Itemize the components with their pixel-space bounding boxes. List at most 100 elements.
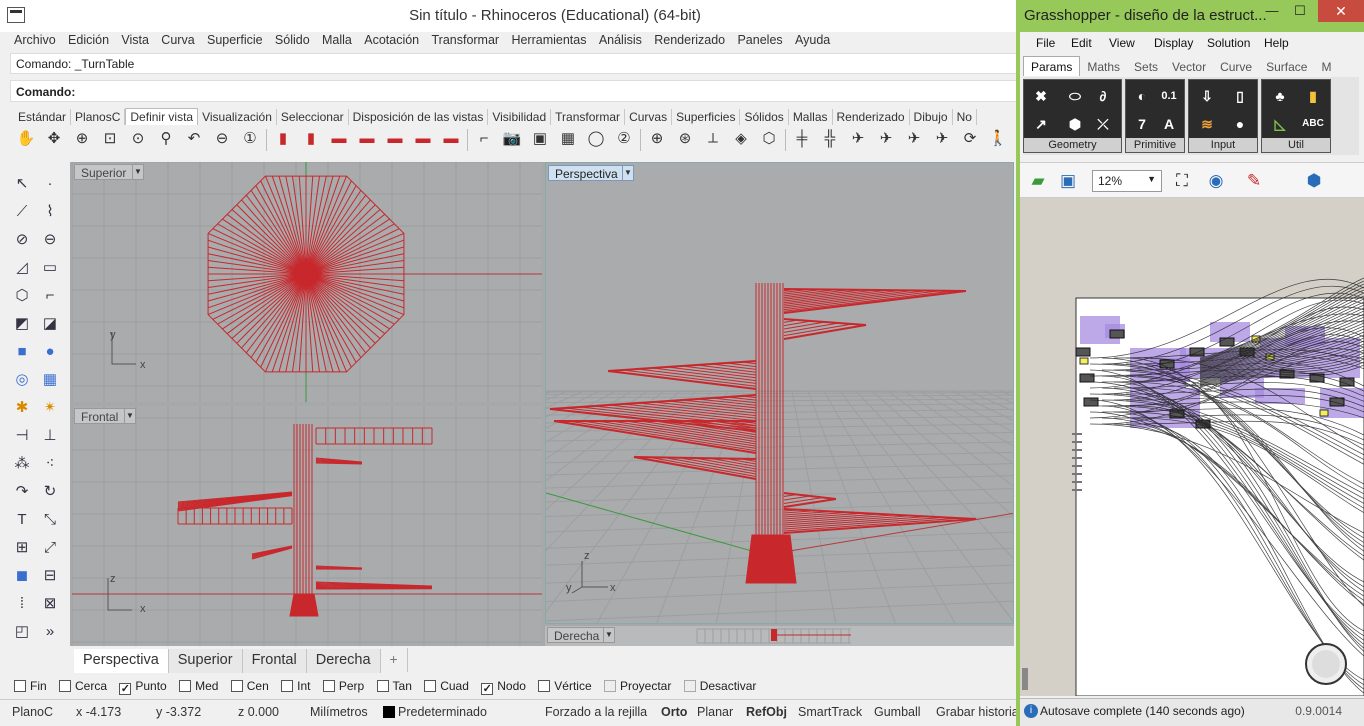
- dimension-icon[interactable]: ⤡: [38, 508, 62, 532]
- osnap-proyectar[interactable]: Proyectar: [603, 679, 671, 693]
- zoom-extents-icon[interactable]: ⊡: [98, 127, 122, 151]
- add-viewport-tab-icon[interactable]: +: [381, 648, 408, 672]
- chart-icon[interactable]: ◺: [1267, 112, 1293, 136]
- menu-analisis[interactable]: Análisis: [599, 32, 642, 47]
- rotate-view-icon[interactable]: ✥: [42, 127, 66, 151]
- tab-dibujo[interactable]: Dibujo: [910, 109, 953, 125]
- surface-icon[interactable]: ◩: [10, 312, 34, 336]
- gh-menu-help[interactable]: Help: [1264, 36, 1289, 50]
- shaded-icon[interactable]: ◈: [729, 127, 753, 151]
- vp-tab-perspectiva[interactable]: Perspectiva: [74, 649, 169, 673]
- osnap-toggle[interactable]: RefObj: [746, 705, 787, 719]
- osnap-nodo[interactable]: ✓ Nodo: [481, 679, 526, 695]
- save-icon[interactable]: ▣: [1056, 169, 1080, 193]
- ortho-toggle[interactable]: Orto: [661, 705, 687, 719]
- viewport-label-perspective[interactable]: Perspectiva: [548, 165, 625, 181]
- rotate-icon[interactable]: ⟳: [958, 127, 982, 151]
- gradient-icon[interactable]: ▮: [1300, 84, 1326, 108]
- boolean-icon[interactable]: ✱: [10, 396, 34, 420]
- viewport-perspective[interactable]: z x y Perspectiva ▼: [545, 162, 1014, 624]
- gh-canvas[interactable]: [1020, 198, 1364, 696]
- viewport-front[interactable]: z x Frontal ▼: [72, 406, 542, 646]
- zoom-window-icon[interactable]: ⊙: [126, 127, 150, 151]
- record-history-toggle[interactable]: Grabar historia: [936, 705, 1016, 719]
- tab-visibilidad[interactable]: Visibilidad: [488, 109, 552, 125]
- chevron-down-icon[interactable]: ▼: [124, 408, 136, 424]
- checkbox-checked[interactable]: ✓: [119, 683, 132, 695]
- toggle-icon[interactable]: ▯: [1227, 84, 1253, 108]
- boolean-param-icon[interactable]: ◐: [1129, 84, 1155, 108]
- tab-renderizado[interactable]: Renderizado: [833, 109, 910, 125]
- vp-tab-superior[interactable]: Superior: [168, 649, 243, 673]
- box-icon[interactable]: ■: [10, 340, 34, 364]
- points-grid-icon[interactable]: ⁞: [10, 592, 34, 616]
- ellipse-icon[interactable]: ⊖: [38, 228, 62, 252]
- checkbox[interactable]: [683, 680, 696, 692]
- wire-cube-icon[interactable]: ⬡: [757, 127, 781, 151]
- select-icon[interactable]: ↖: [10, 172, 34, 196]
- osnap-cerca[interactable]: Cerca: [59, 679, 107, 693]
- menu-edicion[interactable]: Edición: [68, 32, 109, 47]
- gh-tab-sets[interactable]: Sets: [1127, 57, 1165, 76]
- pan-icon[interactable]: ✋: [14, 127, 38, 151]
- planar-toggle[interactable]: Planar: [697, 705, 733, 719]
- target-icon[interactable]: ⊕: [645, 127, 669, 151]
- car-view-1-icon[interactable]: ▬: [327, 127, 351, 151]
- menu-archivo[interactable]: Archivo: [14, 32, 56, 47]
- tab-more[interactable]: No: [953, 109, 977, 125]
- tab-definir-vista[interactable]: Definir vista: [125, 108, 199, 125]
- import-icon[interactable]: ⇩: [1194, 84, 1220, 108]
- minimize-icon[interactable]: —: [1258, 3, 1286, 18]
- menu-curva[interactable]: Curva: [161, 32, 194, 47]
- gh-group-label[interactable]: Input: [1189, 138, 1257, 152]
- trim-icon[interactable]: ⊣: [10, 424, 34, 448]
- grid-icon[interactable]: ⊟: [38, 564, 62, 588]
- layer-status[interactable]: Predeterminado: [398, 705, 487, 719]
- menu-herramientas[interactable]: Herramientas: [511, 32, 586, 47]
- gh-tab-more[interactable]: M: [1314, 57, 1338, 76]
- units-status[interactable]: Milímetros: [310, 705, 368, 719]
- vp-tab-derecha[interactable]: Derecha: [306, 649, 381, 673]
- text-param-icon[interactable]: A: [1156, 112, 1182, 136]
- layer-color-swatch[interactable]: [383, 706, 395, 718]
- zoom-extents-icon[interactable]: ⛶: [1170, 169, 1194, 193]
- gh-menu-view[interactable]: View: [1109, 36, 1135, 50]
- graph-icon[interactable]: ≋: [1194, 112, 1220, 136]
- osnap-perp[interactable]: Perp: [322, 679, 364, 693]
- osnap-med[interactable]: Med: [179, 679, 218, 693]
- place-camera-icon[interactable]: ⟂: [701, 127, 725, 151]
- shaded-preview-icon[interactable]: ⬢: [1302, 169, 1326, 193]
- plane-3-icon[interactable]: ✈: [902, 127, 926, 151]
- cplane-status[interactable]: PlanoC: [12, 705, 53, 719]
- viewport-label-top[interactable]: Superior: [74, 164, 134, 180]
- gh-group-label[interactable]: Primitive: [1126, 138, 1184, 152]
- chevron-down-icon[interactable]: ▼: [132, 164, 144, 180]
- zoom-dynamic-icon[interactable]: ⊕: [70, 127, 94, 151]
- gh-menu-solution[interactable]: Solution: [1207, 36, 1250, 50]
- menu-ayuda[interactable]: Ayuda: [795, 32, 830, 47]
- arc-icon[interactable]: ◿: [10, 256, 34, 280]
- checkbox[interactable]: [538, 680, 551, 692]
- sketch-pen-icon[interactable]: ✎: [1242, 169, 1266, 193]
- gumball-toggle[interactable]: Gumball: [874, 705, 921, 719]
- close-icon[interactable]: ✕: [1318, 0, 1364, 22]
- viewport-label-right[interactable]: Derecha: [547, 627, 607, 643]
- point-icon[interactable]: ·: [38, 172, 62, 196]
- circle-param-icon[interactable]: ⬭: [1062, 84, 1088, 108]
- grid-snap-toggle[interactable]: Forzado a la rejilla: [545, 705, 647, 719]
- viewport-top[interactable]: y x Superior ▼: [72, 162, 542, 402]
- preview-eye-icon[interactable]: ◉: [1204, 169, 1228, 193]
- gh-tab-vector[interactable]: Vector: [1165, 57, 1213, 76]
- tab-transformar[interactable]: Transformar: [551, 109, 626, 125]
- set-camera-icon[interactable]: ⌐: [472, 127, 496, 151]
- menu-transformar[interactable]: Transformar: [431, 32, 499, 47]
- camera-front-icon[interactable]: ▮: [271, 127, 295, 151]
- render-icon[interactable]: ◼: [10, 564, 34, 588]
- zoom-1to1-icon[interactable]: ①: [238, 127, 262, 151]
- geometry-param-icon[interactable]: ✖: [1028, 84, 1054, 108]
- two-point-icon[interactable]: ②: [612, 127, 636, 151]
- target-2-icon[interactable]: ⊛: [673, 127, 697, 151]
- tab-curvas[interactable]: Curvas: [625, 109, 673, 125]
- gh-group-label[interactable]: Geometry: [1024, 138, 1121, 152]
- array-icon[interactable]: ⊞: [10, 536, 34, 560]
